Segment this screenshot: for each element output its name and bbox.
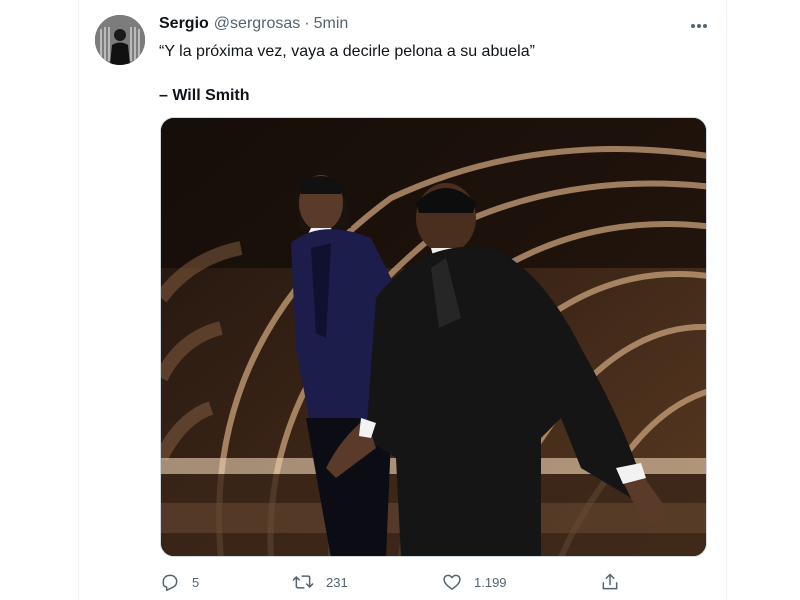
- tweet-attribution: – Will Smith: [159, 87, 250, 104]
- reply-count: 5: [192, 574, 200, 590]
- tweet-header: Sergio @sergrosas · 5min: [159, 15, 348, 37]
- avatar[interactable]: [95, 15, 145, 65]
- more-horizontal-icon: [691, 24, 707, 28]
- share-button[interactable]: [600, 568, 620, 596]
- reply-icon: [162, 574, 178, 592]
- retweet-count: 231: [326, 574, 348, 590]
- like-button[interactable]: 1.199: [442, 568, 507, 596]
- author-handle[interactable]: @sergrosas: [214, 15, 301, 33]
- share-icon: [602, 573, 618, 590]
- author-name[interactable]: Sergio: [159, 15, 209, 33]
- tweet-actions: 5 231 1.199: [160, 568, 630, 596]
- tweet-text: “Y la próxima vez, vaya a decirle pelona…: [159, 41, 699, 107]
- timeline-right-border: [726, 0, 727, 600]
- more-options-button[interactable]: [686, 14, 712, 38]
- heart-icon: [443, 574, 461, 590]
- like-count: 1.199: [474, 574, 507, 590]
- tweet-quote: “Y la próxima vez, vaya a decirle pelona…: [159, 43, 535, 60]
- retweet-button[interactable]: 231: [292, 568, 348, 596]
- retweet-icon: [292, 575, 314, 589]
- tweet-photo[interactable]: [160, 117, 707, 557]
- tweet-timestamp[interactable]: 5min: [314, 15, 349, 33]
- header-separator: ·: [304, 15, 310, 32]
- reply-button[interactable]: 5: [160, 568, 199, 596]
- timeline-left-border: [78, 0, 79, 600]
